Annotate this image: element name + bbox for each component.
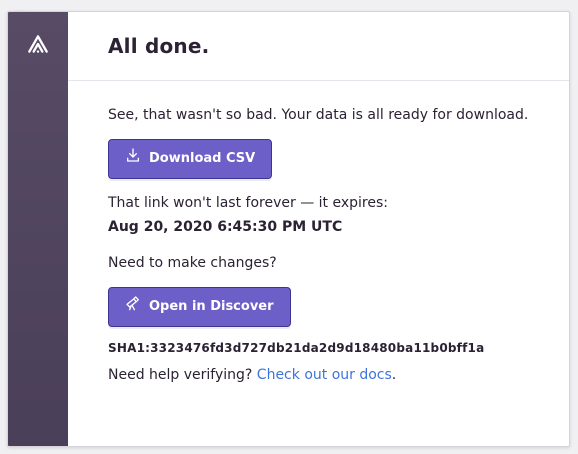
- docs-link[interactable]: Check out our docs: [257, 367, 392, 383]
- open-in-discover-button[interactable]: Open in Discover: [108, 287, 291, 327]
- help-suffix: .: [391, 367, 397, 383]
- export-complete-panel: All done. See, that wasn't so bad. Your …: [7, 11, 570, 447]
- expires-date: Aug 20, 2020 6:45:30 PM UTC: [108, 219, 343, 235]
- help-line: Need help verifying? Check out our docs.: [108, 363, 529, 387]
- telescope-icon: [125, 295, 141, 320]
- sha1-value: SHA1:3323476fd3d727db21da2d9d18480ba11b0…: [108, 341, 485, 355]
- download-csv-button[interactable]: Download CSV: [108, 139, 273, 179]
- changes-text: Need to make changes?: [108, 255, 277, 271]
- intro-text: See, that wasn't so bad. Your data is al…: [108, 107, 529, 123]
- open-in-discover-label: Open in Discover: [149, 299, 274, 314]
- main-content: All done. See, that wasn't so bad. Your …: [68, 12, 569, 446]
- page-header: All done.: [68, 12, 569, 81]
- sentry-logo-icon: [25, 31, 51, 57]
- download-csv-label: Download CSV: [149, 151, 256, 166]
- page-title: All done.: [108, 34, 210, 58]
- expiry-info: That link won't last forever — it expire…: [108, 191, 529, 239]
- help-prefix: Need help verifying?: [108, 367, 253, 383]
- download-icon: [125, 147, 141, 172]
- sidebar: [8, 12, 68, 446]
- content-body: See, that wasn't so bad. Your data is al…: [68, 81, 569, 387]
- expires-text: That link won't last forever — it expire…: [108, 195, 388, 211]
